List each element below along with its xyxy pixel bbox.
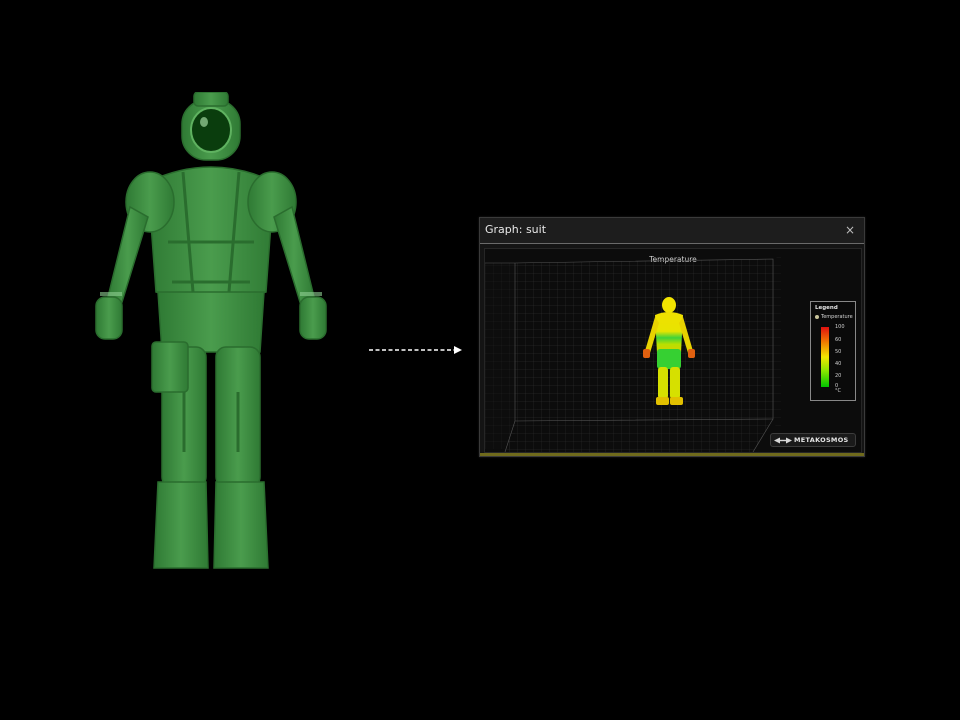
legend-tick: 50 — [835, 349, 842, 355]
legend: Legend Temperature 100 60 50 40 20 0 °C — [810, 301, 856, 401]
legend-unit: °C — [835, 388, 841, 394]
graph-window: Graph: suit × Temperature Legend Tempera… — [479, 217, 865, 457]
legend-color-scale — [821, 327, 829, 387]
metakosmos-logo: METAKOSMOS — [770, 433, 856, 447]
legend-tick: 100 — [835, 324, 845, 330]
titlebar-divider — [480, 243, 864, 244]
dashed-arrow-right-icon — [369, 346, 462, 354]
graph-viewport[interactable]: Temperature Legend Temperature 100 60 50… — [484, 248, 862, 453]
legend-tick: 40 — [835, 361, 842, 367]
close-icon[interactable]: × — [842, 221, 858, 239]
window-titlebar[interactable]: Graph: suit × — [480, 218, 864, 244]
window-title: Graph: suit — [485, 223, 547, 236]
legend-tick: 60 — [835, 337, 842, 343]
legend-title: Legend — [815, 305, 838, 311]
legend-tick: 20 — [835, 373, 842, 379]
logo-text: METAKOSMOS — [794, 436, 849, 444]
legend-dot-icon — [815, 314, 819, 319]
metakosmos-logo-icon — [774, 437, 792, 444]
legend-item-label: Temperature — [821, 314, 853, 320]
legend-item: Temperature — [815, 314, 853, 320]
spacesuit-model — [95, 92, 327, 569]
window-bottom-accent — [480, 453, 864, 456]
3d-scene — [485, 255, 781, 452]
